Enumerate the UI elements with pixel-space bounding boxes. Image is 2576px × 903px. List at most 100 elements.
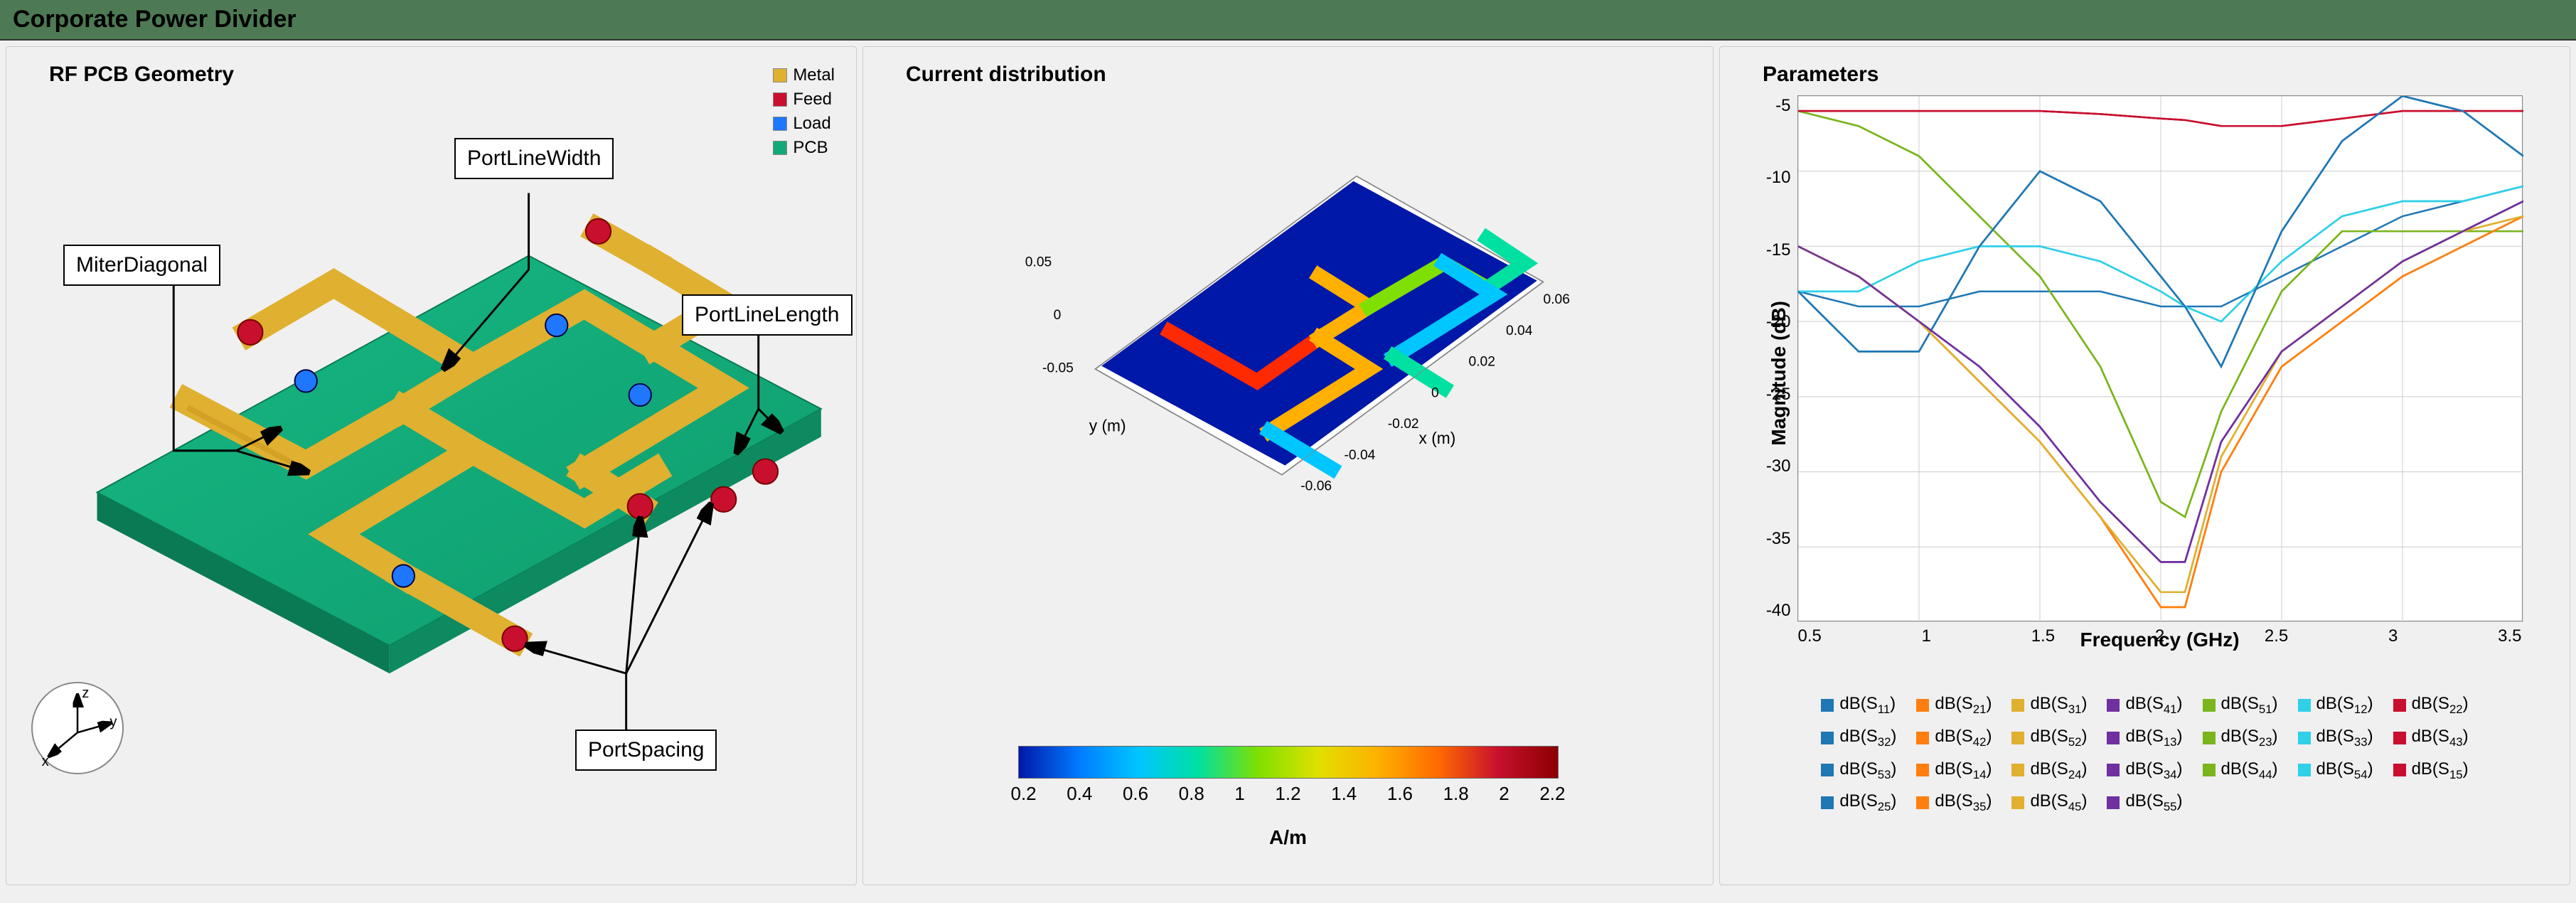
legend-label: Metal xyxy=(793,65,835,85)
colorbar-tick: 0.4 xyxy=(1067,783,1092,805)
sparam-legend-item[interactable]: dB(S55) xyxy=(2107,791,2182,814)
legend-swatch xyxy=(1821,796,1834,809)
legend-label: dB(S55) xyxy=(2125,791,2182,814)
legend-swatch xyxy=(2393,699,2406,712)
current-title: Current distribution xyxy=(906,63,1106,87)
geometry-plot[interactable]: MiterDiagonal PortLineWidth PortLineLeng… xyxy=(14,95,849,792)
sparam-legend-item[interactable]: dB(S21) xyxy=(1916,694,1992,717)
sparam-legend-item[interactable]: dB(S33) xyxy=(2298,727,2373,749)
svg-text:x (m): x (m) xyxy=(1418,429,1455,447)
sparam-legend-item[interactable]: dB(S42) xyxy=(1916,727,1992,749)
current-plot[interactable]: -0.05 0 0.05 -0.06 -0.04 -0.02 0 0.02 0.… xyxy=(912,95,1664,493)
chart-wrap: Magnitude (dB) -5-10-15-20-25-30-35-40 0… xyxy=(1768,95,2523,651)
title-bar: Corporate Power Divider xyxy=(0,0,2576,41)
sparam-legend-item[interactable]: dB(S35) xyxy=(1916,791,1992,814)
legend-label: dB(S42) xyxy=(1935,727,1992,749)
svg-text:-0.06: -0.06 xyxy=(1300,479,1332,493)
sparam-legend-item[interactable]: dB(S51) xyxy=(2203,694,2278,717)
sparam-legend-item[interactable]: dB(S45) xyxy=(2011,791,2087,814)
legend-label: dB(S33) xyxy=(2316,727,2373,749)
legend-label: dB(S54) xyxy=(2316,759,2373,782)
colorbar-gradient xyxy=(1018,746,1559,779)
ytick: -25 xyxy=(1755,385,1791,405)
sparam-legend-item[interactable]: dB(S52) xyxy=(2011,727,2087,749)
sparam-legend-item[interactable]: dB(S23) xyxy=(2203,727,2278,749)
legend-swatch xyxy=(2011,732,2024,744)
svg-text:0.06: 0.06 xyxy=(1543,292,1569,307)
legend-swatch xyxy=(2107,699,2120,712)
sparam-legend-item[interactable]: dB(S15) xyxy=(2393,759,2469,782)
legend-label: dB(S11) xyxy=(1839,694,1896,717)
legend-label: dB(S32) xyxy=(1839,727,1896,749)
legend-label: dB(S21) xyxy=(1935,694,1992,717)
legend-label: dB(S41) xyxy=(2125,694,2182,717)
svg-text:-0.04: -0.04 xyxy=(1344,448,1375,463)
ytick: -10 xyxy=(1755,168,1791,188)
geometry-title: RF PCB Geometry xyxy=(49,63,849,87)
sparam-legend-item[interactable]: dB(S14) xyxy=(1916,759,1992,782)
sparam-legend-item[interactable]: dB(S13) xyxy=(2107,727,2182,749)
callout-portwidth: PortLineWidth xyxy=(454,138,614,179)
svg-text:0.04: 0.04 xyxy=(1506,324,1533,338)
colorbar-tick: 1.6 xyxy=(1387,783,1413,805)
legend-swatch xyxy=(1821,732,1834,744)
xtick: 1.5 xyxy=(2031,626,2055,646)
legend-label: dB(S34) xyxy=(2125,759,2182,782)
xtick: 2 xyxy=(2155,626,2164,646)
sparam-legend-item[interactable]: dB(S25) xyxy=(1821,791,1896,814)
colorbar-tick: 1.8 xyxy=(1443,783,1469,805)
colorbar-tick: 0.2 xyxy=(1011,783,1037,805)
sparam-legend-item[interactable]: dB(S43) xyxy=(2393,727,2469,749)
legend-swatch xyxy=(2107,764,2120,776)
callout-portspacing: PortSpacing xyxy=(575,730,717,771)
colorbar-tick: 1 xyxy=(1234,783,1244,805)
sparam-legend-item[interactable]: dB(S44) xyxy=(2203,759,2278,782)
chart-ytick-labels: -5-10-15-20-25-30-35-40 xyxy=(1755,96,1791,621)
callout-portlength: PortLineLength xyxy=(682,294,853,336)
sparam-legend-item[interactable]: dB(S32) xyxy=(1821,727,1896,749)
geometry-panel: RF PCB Geometry MetalFeedLoadPCB xyxy=(6,46,857,885)
sparam-legend-item[interactable]: dB(S54) xyxy=(2298,759,2373,782)
sparam-legend-item[interactable]: dB(S12) xyxy=(2298,694,2373,717)
legend-label: dB(S23) xyxy=(2221,727,2278,749)
legend-label: dB(S52) xyxy=(2030,727,2087,749)
legend-label: dB(S44) xyxy=(2221,759,2278,782)
svg-text:0: 0 xyxy=(1431,385,1439,400)
colorbar-tick: 1.2 xyxy=(1275,783,1300,805)
sparam-legend-item[interactable]: dB(S11) xyxy=(1821,694,1896,717)
svg-text:x: x xyxy=(42,754,49,769)
ytick: -40 xyxy=(1755,601,1791,621)
sparam-legend-item[interactable]: dB(S41) xyxy=(2107,694,2182,717)
legend-swatch xyxy=(2203,764,2216,776)
sparam-chart[interactable]: -5-10-15-20-25-30-35-40 0.511.522.533.5 xyxy=(1797,95,2523,621)
colorbar-tick: 2 xyxy=(1499,783,1509,805)
parameters-panel: Parameters Magnitude (dB) -5-10-15-20-25… xyxy=(1719,46,2570,885)
legend-label: dB(S53) xyxy=(1839,759,1896,782)
sparam-legend-item[interactable]: dB(S22) xyxy=(2393,694,2469,717)
svg-text:y (m): y (m) xyxy=(1089,417,1126,435)
colorbar-tick: 2.2 xyxy=(1539,783,1565,805)
svg-text:-0.02: -0.02 xyxy=(1388,417,1419,432)
ytick: -20 xyxy=(1755,312,1791,332)
colorbar-tick: 0.6 xyxy=(1123,783,1148,805)
legend-swatch xyxy=(1916,796,1929,809)
legend-label: dB(S45) xyxy=(2030,791,2087,814)
sparam-legend-item[interactable]: dB(S24) xyxy=(2011,759,2087,782)
svg-text:z: z xyxy=(82,685,89,701)
svg-text:0.05: 0.05 xyxy=(1025,255,1052,270)
legend-swatch xyxy=(773,68,787,82)
panels-container: RF PCB Geometry MetalFeedLoadPCB xyxy=(0,41,2576,891)
legend-swatch xyxy=(2107,796,2120,809)
legend-label: dB(S15) xyxy=(2412,759,2469,782)
sparam-legend-item[interactable]: dB(S31) xyxy=(2011,694,2087,717)
legend-label: dB(S35) xyxy=(1935,791,1992,814)
legend-label: dB(S24) xyxy=(2030,759,2087,782)
sparam-legend-item[interactable]: dB(S34) xyxy=(2107,759,2182,782)
axes-compass-icon[interactable]: z y x xyxy=(31,682,124,774)
svg-text:0: 0 xyxy=(1053,308,1061,323)
legend-label: dB(S43) xyxy=(2412,727,2469,749)
sparam-legend-item[interactable]: dB(S53) xyxy=(1821,759,1896,782)
chart-xtick-labels: 0.511.522.533.5 xyxy=(1798,626,2522,646)
legend-label: dB(S25) xyxy=(1839,791,1896,814)
legend-swatch xyxy=(2107,732,2120,744)
